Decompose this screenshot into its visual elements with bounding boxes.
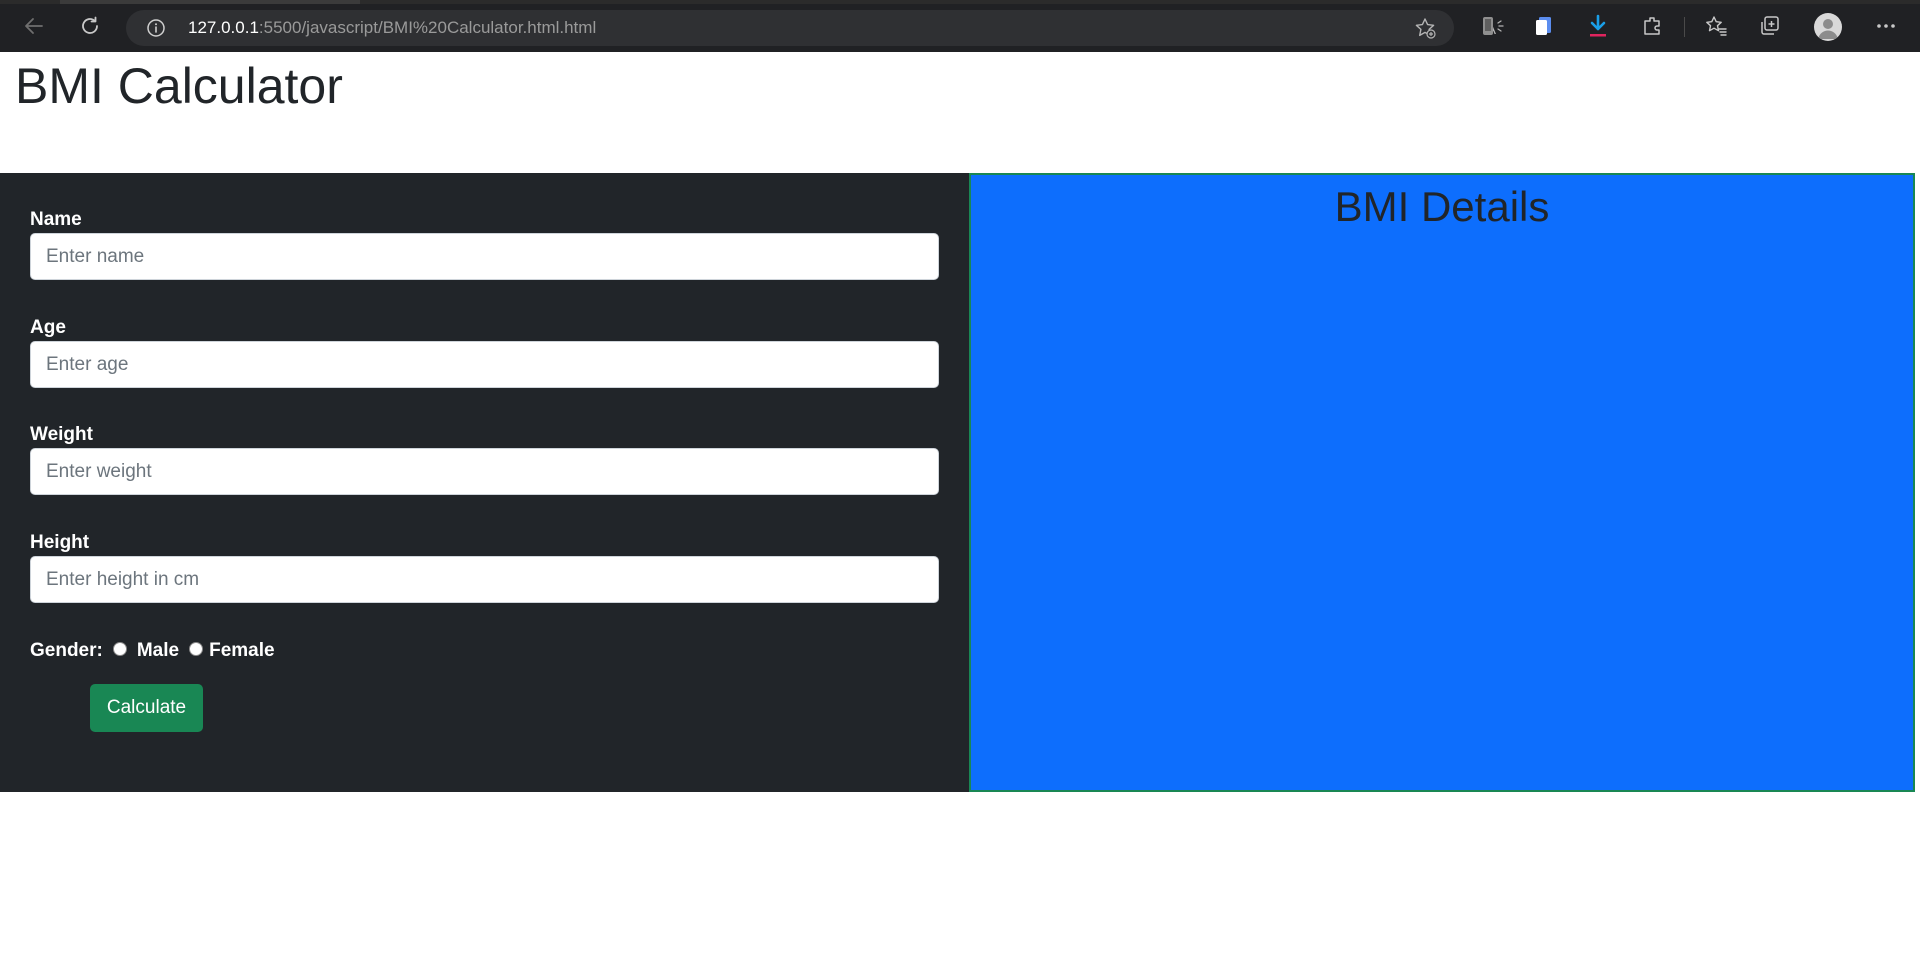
name-input[interactable] [30,233,939,280]
extensions-icon[interactable] [1641,14,1665,38]
toolbar-divider [1684,17,1685,37]
gender-male-label[interactable]: Male [137,640,179,662]
height-label: Height [30,532,90,553]
favorites-icon[interactable] [1704,14,1728,38]
collections-tab-icon[interactable] [1758,14,1782,38]
browser-toolbar: 127.0.0.1:5500/javascript/BMI%20Calculat… [0,0,1920,52]
details-title: BMI Details [1334,183,1550,230]
profile-avatar[interactable] [1814,13,1842,41]
gender-female-label[interactable]: Female [209,640,274,662]
reload-icon[interactable] [76,12,104,40]
page-title: BMI Calculator [15,58,343,114]
url-path: :5500/javascript/BMI%20Calculator.html.h… [258,18,597,37]
weight-label: Weight [30,424,93,445]
calculate-button[interactable]: Calculate [90,684,203,732]
bmi-details-panel: BMI Details [969,173,1915,792]
gender-female-radio[interactable] [189,642,204,656]
gender-label: Gender: [30,640,103,661]
bmi-form-panel: Name Age Weight Height Gender: Male Fema… [0,173,969,792]
gender-male-radio[interactable] [112,642,127,656]
phone-icon[interactable] [1476,14,1500,38]
tab-strip [0,0,1920,4]
site-info-icon[interactable] [146,18,166,38]
age-input[interactable] [30,341,939,388]
name-label: Name [30,209,82,230]
gender-group: Gender: Male Female [30,638,275,664]
active-tab-edge[interactable] [60,0,360,4]
weight-input[interactable] [30,448,939,495]
age-label: Age [30,317,66,338]
more-icon[interactable] [1874,14,1898,38]
url-host: 127.0.0.1 [188,18,259,37]
address-url[interactable]: 127.0.0.1:5500/javascript/BMI%20Calculat… [188,18,596,38]
height-input[interactable] [30,556,939,603]
collections-icon[interactable] [1532,14,1556,38]
back-icon[interactable] [20,12,48,40]
download-icon[interactable] [1586,14,1610,38]
add-favorite-icon[interactable] [1414,17,1436,39]
address-bar[interactable]: 127.0.0.1:5500/javascript/BMI%20Calculat… [126,10,1504,46]
